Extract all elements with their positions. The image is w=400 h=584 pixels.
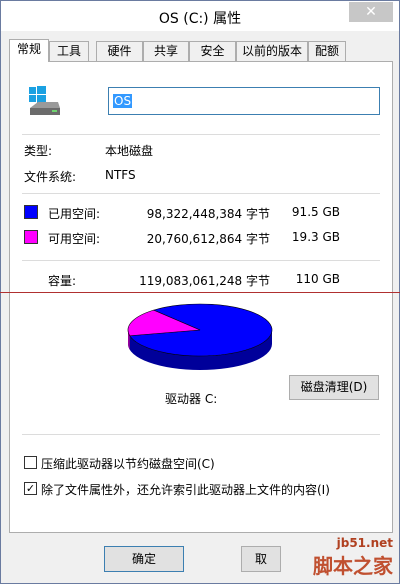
tab-previous-versions[interactable]: 以前的版本 bbox=[236, 41, 308, 61]
disk-usage-pie bbox=[127, 303, 273, 370]
window-title: OS (C:) 属性 bbox=[158, 11, 242, 27]
compress-checkbox[interactable] bbox=[24, 456, 37, 469]
general-panel: OS 类型: 本地磁盘 文件系统: NTFS 已用空间: 98,322,448,… bbox=[9, 61, 393, 533]
index-checkbox[interactable]: ✓ bbox=[24, 482, 37, 495]
type-label: 类型: bbox=[24, 144, 53, 158]
tab-hardware[interactable]: 硬件 bbox=[96, 41, 143, 61]
disk-cleanup-button[interactable]: 磁盘清理(D) bbox=[289, 375, 379, 400]
watermark-url: jb51.net bbox=[336, 536, 393, 550]
drive-name-input[interactable]: OS bbox=[108, 87, 380, 115]
red-guide-line bbox=[0, 292, 400, 293]
close-icon: ✕ bbox=[365, 4, 377, 20]
used-space-gb: 91.5 GB bbox=[291, 205, 340, 219]
watermark-brand: 脚本之家 bbox=[313, 554, 393, 578]
free-space-bytes: 20,760,612,864 字节 bbox=[146, 232, 270, 246]
site-watermark: jb51.net 脚本之家 bbox=[313, 536, 393, 579]
tab-tools[interactable]: 工具 bbox=[49, 41, 89, 61]
filesystem-label: 文件系统: bbox=[24, 170, 77, 184]
ok-button[interactable]: 确定 bbox=[104, 546, 184, 572]
divider bbox=[22, 260, 380, 261]
capacity-label: 容量: bbox=[48, 274, 77, 288]
tab-security[interactable]: 安全 bbox=[189, 41, 236, 61]
divider bbox=[22, 134, 380, 135]
drive-letter-label: 驱动器 C: bbox=[165, 392, 218, 406]
capacity-gb: 110 GB bbox=[295, 272, 340, 286]
tab-general[interactable]: 常规 bbox=[9, 39, 49, 62]
capacity-bytes: 119,083,061,248 字节 bbox=[139, 274, 270, 288]
divider bbox=[22, 434, 380, 435]
tab-strip: 常规 工具 硬件 共享 安全 以前的版本 配额 bbox=[9, 39, 393, 62]
close-button[interactable]: ✕ bbox=[349, 2, 393, 22]
filesystem-value: NTFS bbox=[105, 168, 136, 182]
free-space-swatch bbox=[24, 230, 38, 244]
tab-sharing[interactable]: 共享 bbox=[143, 41, 189, 61]
tab-quota[interactable]: 配额 bbox=[308, 41, 346, 61]
type-value: 本地磁盘 bbox=[105, 144, 154, 158]
used-space-swatch bbox=[24, 205, 38, 219]
used-space-label: 已用空间: bbox=[48, 207, 101, 221]
free-space-label: 可用空间: bbox=[48, 232, 101, 246]
used-space-bytes: 98,322,448,384 字节 bbox=[146, 207, 270, 221]
title-bar[interactable]: OS (C:) 属性 ✕ bbox=[1, 1, 399, 31]
index-label[interactable]: 除了文件属性外，还允许索引此驱动器上文件的内容(I) bbox=[41, 481, 330, 498]
compress-label[interactable]: 压缩此驱动器以节约磁盘空间(C) bbox=[41, 455, 215, 472]
cancel-button[interactable]: 取 bbox=[241, 546, 281, 572]
divider bbox=[22, 193, 380, 194]
drive-with-windows-logo-icon bbox=[29, 86, 60, 115]
free-space-gb: 19.3 GB bbox=[291, 230, 340, 244]
